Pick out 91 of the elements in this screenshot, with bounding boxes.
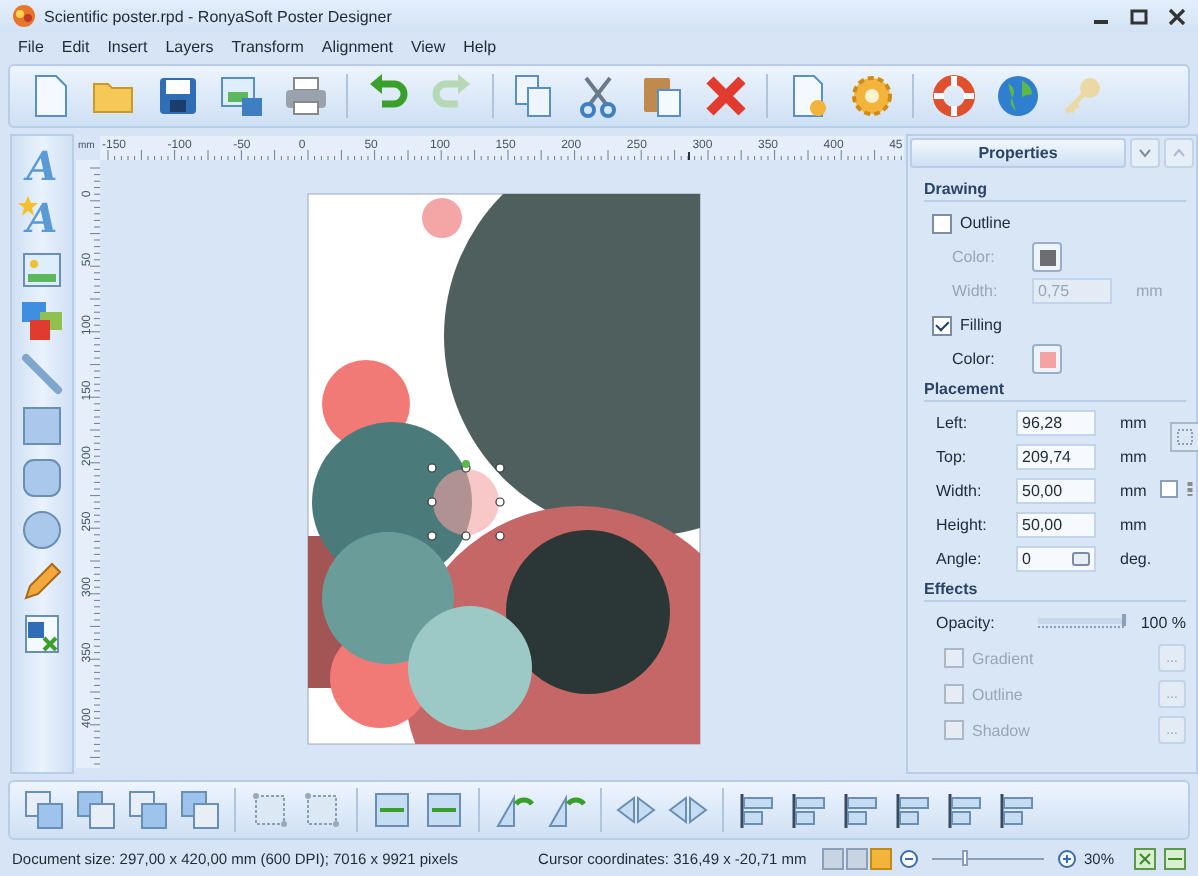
printer-icon[interactable]: [282, 72, 330, 120]
menu-item[interactable]: Insert: [107, 38, 148, 56]
dotted-square-icon[interactable]: [248, 788, 292, 832]
selection-handle[interactable]: [495, 463, 505, 473]
checkbox[interactable]: [932, 213, 952, 233]
stacked-squares-icon[interactable]: [74, 788, 118, 832]
number-field[interactable]: 50,00: [1016, 478, 1096, 504]
line-icon[interactable]: [18, 352, 66, 396]
slider-thumb[interactable]: [962, 849, 969, 865]
selection-handle[interactable]: [427, 497, 437, 507]
lifebuoy-icon[interactable]: [930, 72, 978, 120]
field-label: Width:: [936, 482, 984, 500]
window-title: Scientific poster.rpd - RonyaSoft Poster Designer: [44, 7, 392, 25]
resize-icon[interactable]: [370, 788, 414, 832]
checkbox-label: Outline: [972, 685, 1023, 703]
menu-item[interactable]: Alignment: [321, 38, 393, 56]
gear-icon[interactable]: [848, 72, 896, 120]
section-heading: Effects: [924, 576, 1186, 602]
selection-handle[interactable]: [427, 531, 437, 541]
chevron-up-icon[interactable]: [1164, 138, 1194, 168]
images-icon[interactable]: [18, 300, 66, 344]
field-label: Top:: [936, 448, 969, 466]
lock-ratio-icon[interactable]: [1159, 480, 1198, 498]
cross-icon[interactable]: [702, 72, 750, 120]
selection-handle[interactable]: [495, 497, 505, 507]
number-field[interactable]: 50,00: [1016, 512, 1096, 538]
checkbox-label: Shadow: [972, 721, 1030, 739]
picture-frame-icon[interactable]: [218, 72, 266, 120]
circle-icon[interactable]: [18, 508, 66, 552]
menu-item[interactable]: Edit: [61, 38, 90, 56]
fit-icon[interactable]: [1169, 422, 1198, 452]
unit-label: deg.: [1120, 550, 1152, 568]
app-icon: [12, 4, 36, 28]
zoom-in-icon[interactable]: [1057, 849, 1076, 867]
checkbox-label: Outline: [960, 214, 1011, 232]
field-label: Color:: [952, 350, 997, 368]
fit-page-icon[interactable]: [1134, 847, 1156, 869]
selection-handle[interactable]: [461, 531, 471, 541]
close-icon[interactable]: [1168, 7, 1186, 25]
rectangle-icon[interactable]: [18, 404, 66, 448]
stacked-squares-icon[interactable]: [22, 788, 66, 832]
stacked-squares-icon[interactable]: [126, 788, 170, 832]
section-heading: Placement: [924, 376, 1186, 402]
panel-title: Properties: [910, 138, 1126, 168]
fit-width-icon[interactable]: [1164, 847, 1186, 869]
dotted-square-icon[interactable]: [300, 788, 344, 832]
unit-label: mm: [1136, 282, 1163, 300]
menu-item[interactable]: File: [18, 38, 44, 56]
pencil-icon[interactable]: [18, 560, 66, 604]
selection-handle[interactable]: [495, 531, 505, 541]
scissors-icon[interactable]: [574, 72, 622, 120]
checkbox[interactable]: [932, 315, 952, 335]
section-heading: Drawing: [924, 176, 1186, 202]
image-icon[interactable]: [18, 248, 66, 292]
rounded-rectangle-icon[interactable]: [18, 456, 66, 500]
selection-handle[interactable]: [427, 463, 437, 473]
angle-field[interactable]: 0: [1016, 546, 1096, 572]
maximize-icon[interactable]: [1130, 7, 1148, 25]
chevron-down-icon[interactable]: [1130, 138, 1160, 168]
field-label: Color:: [952, 248, 997, 266]
view-mode-button[interactable]: [845, 847, 868, 869]
field-label: Height:: [936, 516, 989, 534]
field-label: Left:: [936, 414, 970, 432]
checkbox-label: Filling: [960, 316, 1002, 334]
view-mode-button[interactable]: [869, 847, 892, 869]
rotate-handle[interactable]: [462, 460, 470, 468]
unit-label: mm: [1120, 516, 1147, 534]
unit-label: mm: [1120, 414, 1147, 432]
opacity-reading: 100 %: [1140, 614, 1186, 632]
unit-label: mm: [1120, 482, 1147, 500]
menu-item[interactable]: Layers: [165, 38, 214, 56]
globe-icon[interactable]: [994, 72, 1042, 120]
zoom-out-icon[interactable]: [899, 849, 918, 867]
floppy-icon[interactable]: [154, 72, 202, 120]
number-field[interactable]: 209,74: [1016, 444, 1096, 470]
opacity-slider[interactable]: [1037, 618, 1125, 628]
spin-button-icon[interactable]: [1072, 552, 1090, 566]
checkbox-label: Gradient: [972, 649, 1034, 667]
menu-item[interactable]: View: [410, 38, 446, 56]
view-mode-button[interactable]: [821, 847, 844, 869]
field-label: Angle:: [936, 550, 984, 568]
resize-icon[interactable]: [422, 788, 466, 832]
number-field[interactable]: 96,28: [1016, 410, 1096, 436]
menu-item[interactable]: Help: [463, 38, 497, 56]
clipboard-icon[interactable]: [638, 72, 686, 120]
field-label: Width:: [952, 282, 1000, 300]
field-label: Opacity:: [936, 614, 997, 632]
color-swatch[interactable]: [1032, 344, 1062, 374]
stacked-squares-icon[interactable]: [178, 788, 222, 832]
menu-item[interactable]: Transform: [231, 38, 304, 56]
unit-label: mm: [1120, 448, 1147, 466]
